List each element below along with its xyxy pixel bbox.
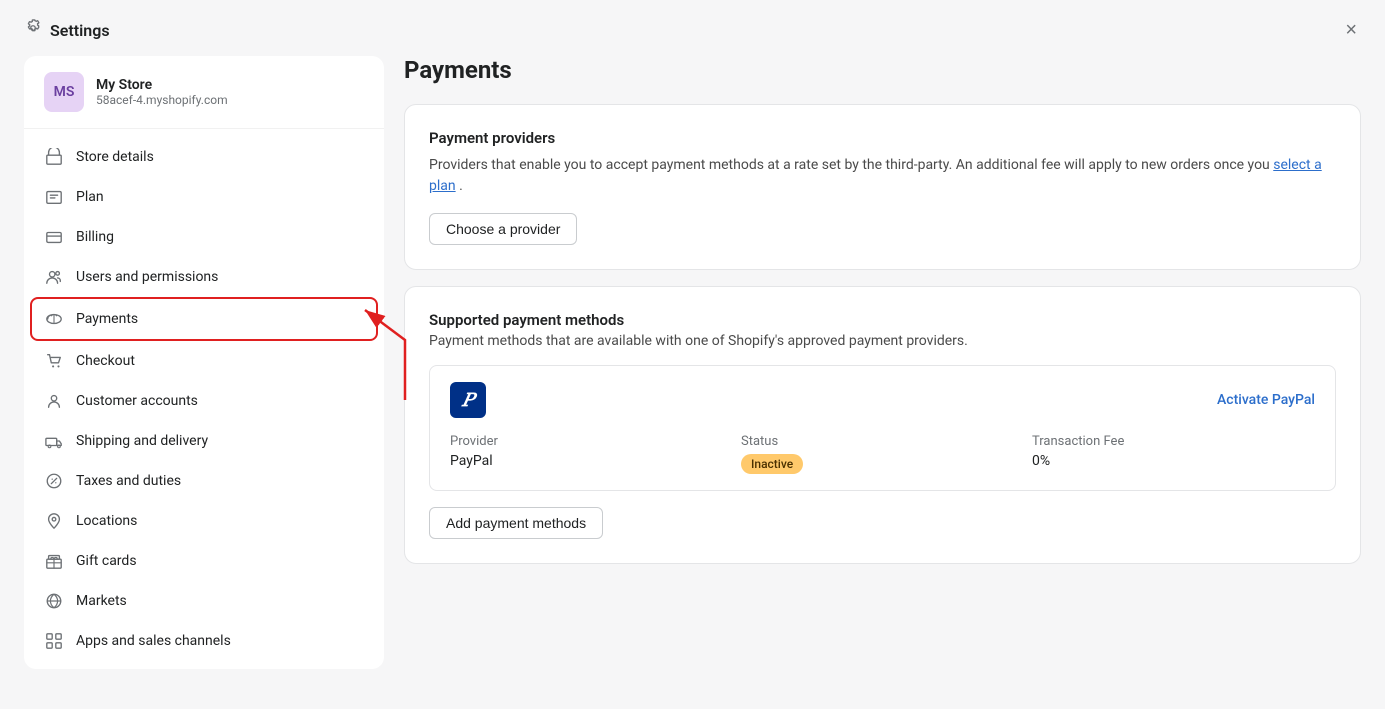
paypal-logo-text: 𝑃: [462, 390, 474, 411]
sidebar-item-label-markets: Markets: [76, 593, 127, 609]
shipping-icon: [44, 431, 64, 451]
sidebar-item-checkout[interactable]: Checkout: [24, 341, 384, 381]
sidebar-item-label-checkout: Checkout: [76, 353, 135, 369]
store-name: My Store: [96, 77, 228, 93]
plan-icon: [44, 187, 64, 207]
supported-methods-desc: Payment methods that are available with …: [429, 333, 1336, 349]
sidebar-item-label-users: Users and permissions: [76, 269, 218, 285]
fee-column: Transaction Fee 0%: [1032, 434, 1315, 474]
payment-providers-desc-text: Providers that enable you to accept paym…: [429, 157, 1270, 173]
checkout-icon: [44, 351, 64, 371]
sidebar-item-label-taxes: Taxes and duties: [76, 473, 181, 489]
close-button[interactable]: ×: [1341, 16, 1361, 44]
sidebar-item-payments[interactable]: Payments: [32, 299, 376, 339]
sidebar-item-label-store-details: Store details: [76, 149, 154, 165]
provider-value: PayPal: [450, 453, 733, 469]
status-column: Status Inactive: [741, 434, 1024, 474]
payment-providers-desc: Providers that enable you to accept paym…: [429, 155, 1336, 197]
store-header[interactable]: MS My Store 58acef-4.myshopify.com: [24, 56, 384, 129]
payment-providers-desc-end: .: [459, 178, 463, 194]
sidebar-item-label-billing: Billing: [76, 229, 114, 245]
page-title: Payments: [404, 56, 1361, 84]
sidebar-item-taxes[interactable]: Taxes and duties: [24, 461, 384, 501]
sidebar-item-label-locations: Locations: [76, 513, 137, 529]
supported-methods-title: Supported payment methods: [429, 311, 1336, 329]
payment-providers-title: Payment providers: [429, 129, 1336, 147]
supported-methods-card: Supported payment methods Payment method…: [404, 286, 1361, 564]
inactive-badge: Inactive: [741, 454, 803, 474]
gear-icon: [24, 19, 42, 41]
sidebar-item-shipping[interactable]: Shipping and delivery: [24, 421, 384, 461]
payment-providers-card: Payment providers Providers that enable …: [404, 104, 1361, 270]
provider-label: Provider: [450, 434, 733, 449]
sidebar: MS My Store 58acef-4.myshopify.com Store…: [24, 56, 384, 669]
taxes-icon: [44, 471, 64, 491]
gift-icon: [44, 551, 64, 571]
choose-provider-button[interactable]: Choose a provider: [429, 213, 577, 245]
status-label: Status: [741, 434, 1024, 449]
add-payment-methods-button[interactable]: Add payment methods: [429, 507, 603, 539]
store-url: 58acef-4.myshopify.com: [96, 93, 228, 107]
store-icon: [44, 147, 64, 167]
sidebar-item-label-apps: Apps and sales channels: [76, 633, 231, 649]
billing-icon: [44, 227, 64, 247]
sidebar-item-store-details[interactable]: Store details: [24, 137, 384, 177]
paypal-details: Provider PayPal Status Inactive Transact…: [450, 434, 1315, 474]
paypal-card: 𝑃 Activate PayPal Provider PayPal Status: [429, 365, 1336, 491]
provider-column: Provider PayPal: [450, 434, 733, 474]
locations-icon: [44, 511, 64, 531]
sidebar-item-plan[interactable]: Plan: [24, 177, 384, 217]
sidebar-item-gift-cards[interactable]: Gift cards: [24, 541, 384, 581]
settings-window: Settings × MS My Store 58acef-4.myshopif…: [0, 0, 1385, 709]
activate-paypal-link[interactable]: Activate PayPal: [1217, 392, 1315, 408]
sidebar-item-apps[interactable]: Apps and sales channels: [24, 621, 384, 661]
sidebar-item-locations[interactable]: Locations: [24, 501, 384, 541]
title-bar-left: Settings: [24, 19, 110, 41]
main-layout: MS My Store 58acef-4.myshopify.com Store…: [0, 56, 1385, 709]
store-info: My Store 58acef-4.myshopify.com: [96, 77, 228, 107]
window-title: Settings: [50, 21, 110, 40]
sidebar-item-customer-accounts[interactable]: Customer accounts: [24, 381, 384, 421]
payments-icon: [44, 309, 64, 329]
apps-icon: [44, 631, 64, 651]
sidebar-item-label-plan: Plan: [76, 189, 104, 205]
nav-list: Store details Plan Billing: [24, 129, 384, 669]
fee-value: 0%: [1032, 453, 1315, 469]
sidebar-item-billing[interactable]: Billing: [24, 217, 384, 257]
main-content: Payments Payment providers Providers tha…: [404, 56, 1361, 685]
markets-icon: [44, 591, 64, 611]
title-bar: Settings ×: [0, 0, 1385, 56]
sidebar-item-label-customer-accounts: Customer accounts: [76, 393, 198, 409]
sidebar-item-users-permissions[interactable]: Users and permissions: [24, 257, 384, 297]
users-icon: [44, 267, 64, 287]
sidebar-item-label-payments: Payments: [76, 311, 138, 327]
fee-label: Transaction Fee: [1032, 434, 1315, 449]
status-badge: Inactive: [741, 453, 1024, 474]
paypal-logo: 𝑃: [450, 382, 486, 418]
paypal-header: 𝑃 Activate PayPal: [450, 382, 1315, 418]
customer-icon: [44, 391, 64, 411]
sidebar-item-label-shipping: Shipping and delivery: [76, 433, 208, 449]
sidebar-item-markets[interactable]: Markets: [24, 581, 384, 621]
sidebar-item-label-gift-cards: Gift cards: [76, 553, 137, 569]
store-avatar: MS: [44, 72, 84, 112]
